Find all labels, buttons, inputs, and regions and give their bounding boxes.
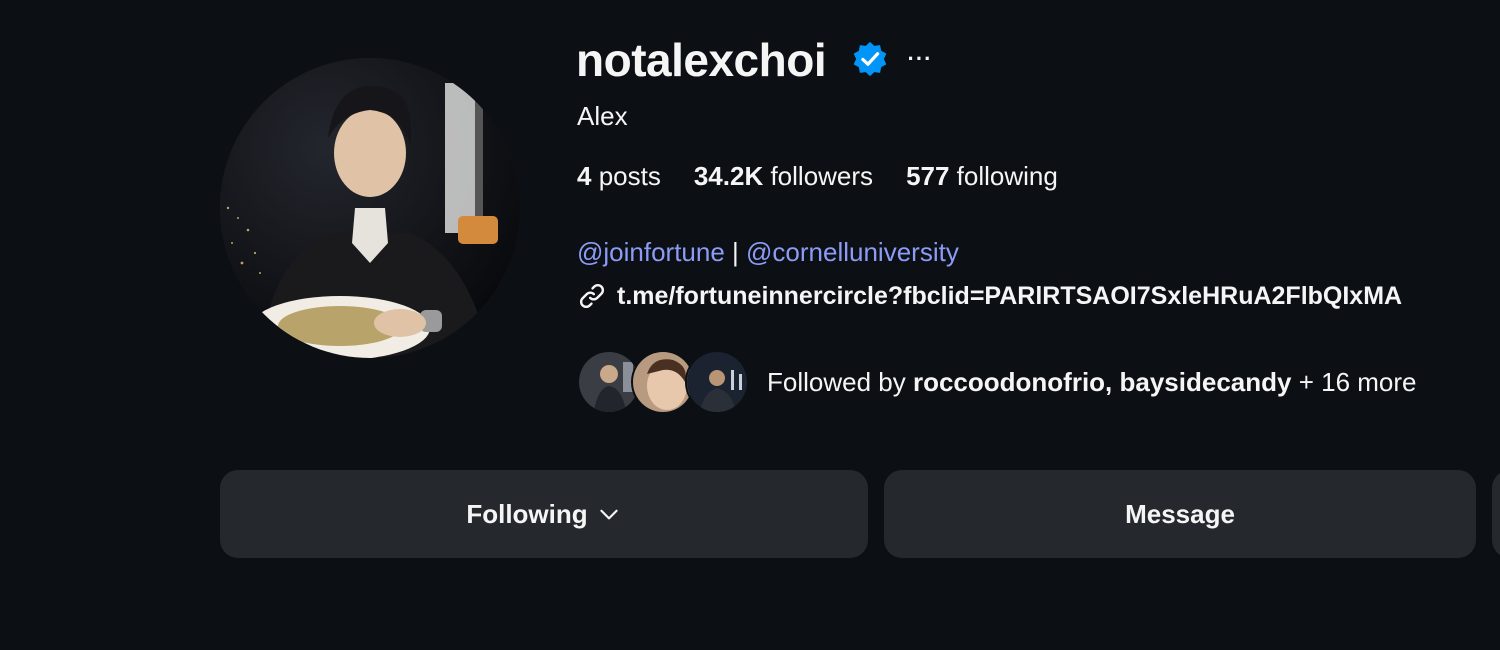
message-button[interactable]: Message xyxy=(884,470,1476,558)
profile-stats: 4 posts 34.2K followers 577 following xyxy=(577,160,1058,192)
following-button[interactable]: Following xyxy=(220,470,868,558)
followed-by-prefix: Followed by xyxy=(767,367,913,397)
following-stat[interactable]: 577 following xyxy=(906,160,1058,192)
message-button-label: Message xyxy=(1125,498,1235,529)
posts-count: 4 xyxy=(577,161,592,191)
external-link-text: t.me/fortuneinnercircle?fbclid=PARlRTSAO… xyxy=(617,282,1403,310)
follower-avatar-3 xyxy=(685,350,749,414)
mention-cornelluniversity[interactable]: @cornelluniversity xyxy=(746,237,959,267)
following-count: 577 xyxy=(906,161,950,191)
bio-separator: | xyxy=(724,237,747,267)
profile-username[interactable]: notalexchoi xyxy=(576,30,827,90)
suggested-users-button[interactable] xyxy=(1492,470,1500,558)
followed-by-suffix: + 16 more xyxy=(1291,367,1417,397)
followers-stat[interactable]: 34.2K followers xyxy=(694,160,873,192)
mention-joinfortune[interactable]: @joinfortune xyxy=(577,237,725,267)
profile-avatar[interactable] xyxy=(220,58,520,358)
more-options-icon[interactable]: ··· xyxy=(903,44,937,74)
profile-full-name: Alex xyxy=(577,101,628,131)
followed-by-text: Followed by roccoodonofrio, baysidecandy… xyxy=(767,366,1417,398)
avatar-photo xyxy=(220,58,520,358)
external-link[interactable]: t.me/fortuneinnercircle?fbclid=PARlRTSAO… xyxy=(577,280,1500,312)
followed-by-users: roccoodonofrio, baysidecandy xyxy=(912,367,1292,397)
posts-label: posts xyxy=(591,161,661,191)
posts-stat: 4 posts xyxy=(577,160,661,192)
bio-mentions: @joinfortune | @cornelluniversity xyxy=(577,236,959,268)
verified-badge-icon xyxy=(853,41,887,77)
profile-header: notalexchoi ··· Alex 4 posts 34.2K follo… xyxy=(0,0,1500,650)
followed-by[interactable]: Followed by roccoodonofrio, baysidecandy… xyxy=(577,350,1417,414)
followers-label: followers xyxy=(763,161,874,191)
following-button-label: Following xyxy=(466,498,588,529)
chevron-down-icon xyxy=(599,509,618,520)
following-label: following xyxy=(949,161,1058,191)
followers-count: 34.2K xyxy=(693,161,764,191)
link-icon xyxy=(579,283,605,309)
